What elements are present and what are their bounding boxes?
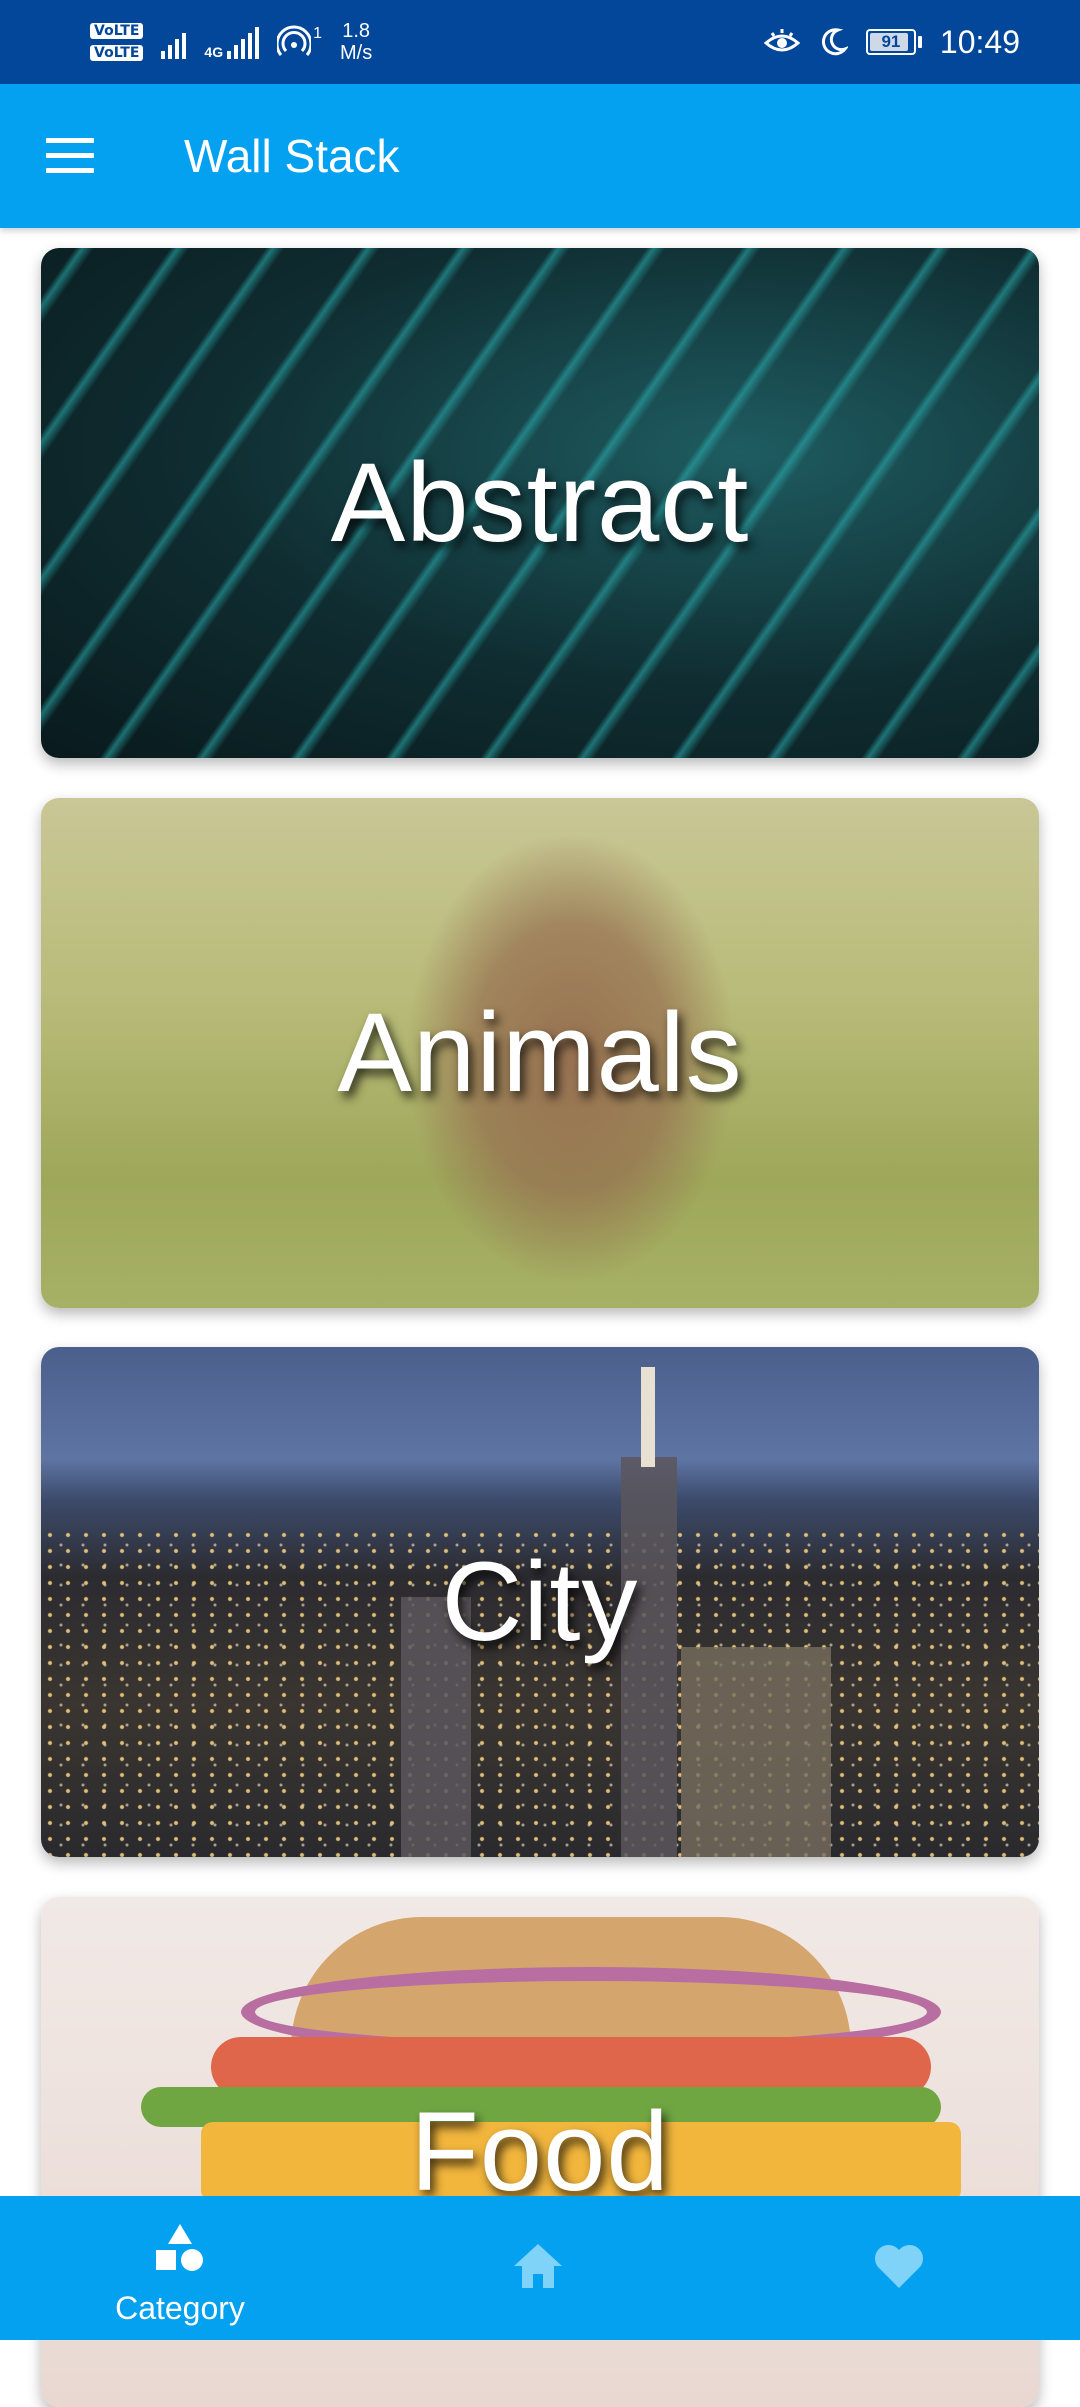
net-speed-unit: M/s (340, 42, 373, 64)
hotspot-count: 1 (313, 25, 322, 42)
nav-favorites[interactable] (860, 2196, 940, 2340)
network-type-label: 4G (204, 44, 224, 60)
hotspot-group: 1 (277, 25, 322, 59)
category-card-city[interactable]: City (41, 1347, 1039, 1857)
status-right: 91 10:49 (763, 14, 1020, 70)
bottom-nav: Category (0, 2196, 1080, 2340)
battery-icon: 91 (865, 29, 922, 55)
status-left: VoLTE VoLTE 4G 1 1.8 M/s (90, 12, 372, 72)
category-label-city: City (441, 1539, 639, 1664)
home-icon (514, 2244, 562, 2288)
category-card-abstract[interactable]: Abstract (41, 248, 1039, 758)
signal-sim2-group: 4G (204, 25, 260, 60)
app-title: Wall Stack (184, 130, 400, 182)
eye-comfort-icon (763, 29, 800, 52)
menu-icon[interactable] (46, 138, 94, 174)
signal-sim1-icon (161, 25, 187, 59)
category-label-abstract: Abstract (330, 440, 750, 565)
signal-sim2-icon (227, 25, 260, 59)
status-bar: VoLTE VoLTE 4G 1 1.8 M/s 91 10:49 (0, 0, 1080, 84)
net-speed: 1.8 M/s (340, 20, 372, 64)
category-card-animals[interactable]: Animals (41, 798, 1039, 1308)
nav-home[interactable] (500, 2196, 580, 2340)
hotspot-icon (277, 25, 312, 56)
category-label-animals: Animals (337, 990, 743, 1115)
moon-icon (821, 28, 848, 56)
nav-category[interactable]: Category (80, 2196, 280, 2340)
volte-sim2-label: VoLTE (90, 45, 144, 61)
volte-sim1-label: VoLTE (90, 23, 144, 39)
clock: 10:49 (939, 23, 1020, 60)
heart-icon (874, 2244, 924, 2288)
net-speed-value: 1.8 (342, 20, 371, 42)
nav-category-label: Category (115, 2290, 245, 2326)
battery-level: 91 (881, 32, 901, 51)
category-icon (156, 2224, 203, 2271)
volte-indicators: VoLTE VoLTE (90, 23, 144, 61)
app-bar: Wall Stack (0, 84, 1080, 228)
